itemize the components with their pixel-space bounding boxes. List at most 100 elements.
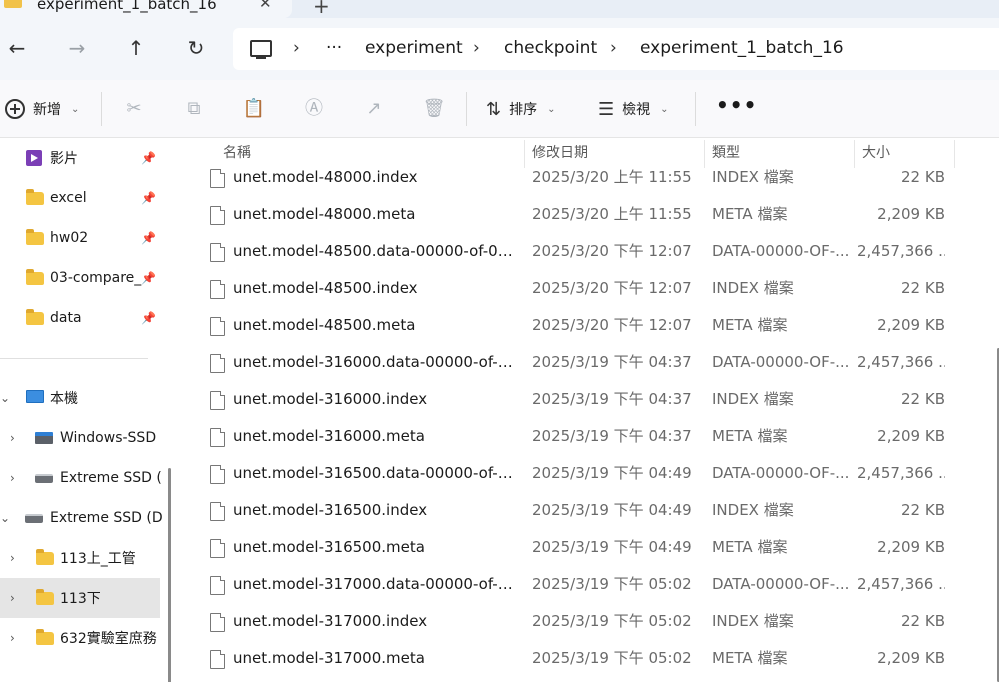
sidebar-item-videos[interactable]: 影片 📌 xyxy=(0,138,160,178)
sidebar-scrollbar[interactable] xyxy=(168,468,171,682)
pin-icon[interactable]: 📌 xyxy=(141,271,156,285)
file-icon xyxy=(210,613,225,632)
sidebar-item-data[interactable]: data 📌 xyxy=(0,298,160,338)
file-row[interactable]: unet.model-316500.index 2025/3/19 下午 04:4… xyxy=(181,492,961,529)
file-size: 22 KB xyxy=(901,612,945,630)
drive-icon xyxy=(25,514,43,523)
file-date: 2025/3/20 下午 12:07 xyxy=(532,279,692,297)
file-icon xyxy=(210,465,225,484)
chevron-down-icon[interactable]: ⌄ xyxy=(0,391,10,405)
file-date: 2025/3/19 下午 04:49 xyxy=(532,464,692,482)
sidebar-item-extreme-ssd-d[interactable]: ⌄ Extreme SSD (D xyxy=(0,498,163,538)
file-icon xyxy=(210,428,225,447)
folder-icon xyxy=(26,229,44,245)
file-date: 2025/3/19 下午 04:37 xyxy=(532,390,692,408)
sidebar-item-113-first-term[interactable]: › 113上_工管 xyxy=(0,538,160,578)
sidebar-item-03-compare[interactable]: 03-compare_ 📌 xyxy=(0,258,160,298)
sidebar-item-this-pc[interactable]: ⌄ 本機 xyxy=(0,378,160,418)
pin-icon[interactable]: 📌 xyxy=(141,231,156,245)
file-date: 2025/3/19 下午 05:02 xyxy=(532,612,692,630)
file-size: 2,209 KB xyxy=(877,427,945,445)
folder-icon xyxy=(36,549,54,565)
sidebar-item-hw02[interactable]: hw02 📌 xyxy=(0,218,160,258)
paste-icon[interactable]: 📋 xyxy=(242,97,266,121)
file-row[interactable]: unet.model-316500.meta 2025/3/19 下午 04:49… xyxy=(181,529,961,566)
file-name: unet.model-48000.meta xyxy=(233,205,416,223)
forward-button[interactable]: → xyxy=(65,36,89,60)
breadcrumb-more-button[interactable]: ··· xyxy=(326,38,342,58)
breadcrumb-separator[interactable]: › xyxy=(293,38,300,58)
sort-icon: ⇅ xyxy=(486,98,502,120)
back-button[interactable]: ← xyxy=(5,36,29,60)
pin-icon[interactable]: 📌 xyxy=(141,151,156,165)
sidebar-item-excel[interactable]: excel 📌 xyxy=(0,178,160,218)
delete-icon[interactable]: 🗑 xyxy=(422,97,446,121)
file-row[interactable]: unet.model-317000.data-00000-of-00... 202… xyxy=(181,566,961,603)
file-type: DATA-00000-OF-... xyxy=(712,464,850,482)
breadcrumb-separator[interactable]: › xyxy=(610,38,617,58)
file-row[interactable]: unet.model-317000.index 2025/3/19 下午 05:0… xyxy=(181,603,961,640)
file-date: 2025/3/19 下午 05:02 xyxy=(532,575,692,593)
share-icon[interactable]: ↗ xyxy=(362,97,386,121)
file-name: unet.model-316500.meta xyxy=(233,538,425,556)
sidebar-item-extreme-ssd[interactable]: › Extreme SSD ( xyxy=(0,458,162,498)
file-name: unet.model-48500.data-00000-of-000... xyxy=(233,242,515,260)
chevron-down-icon: ⌄ xyxy=(547,103,556,115)
rename-icon[interactable]: Ⓐ xyxy=(302,97,326,121)
sidebar-item-windows-ssd[interactable]: › Windows-SSD xyxy=(0,418,160,458)
file-row[interactable]: unet.model-317000.meta 2025/3/19 下午 05:02… xyxy=(181,640,961,677)
refresh-button[interactable]: ↻ xyxy=(184,36,208,60)
sidebar-divider xyxy=(0,358,148,359)
view-button[interactable]: ☰ 檢視 ⌄ xyxy=(598,98,669,120)
chevron-right-icon[interactable]: › xyxy=(10,551,15,565)
sort-button[interactable]: ⇅ 排序 ⌄ xyxy=(486,98,555,120)
this-pc-icon[interactable] xyxy=(250,40,272,59)
file-name: unet.model-316500.index xyxy=(233,501,428,519)
file-date: 2025/3/19 下午 05:02 xyxy=(532,649,692,667)
cut-icon[interactable]: ✂ xyxy=(122,97,146,121)
chevron-right-icon[interactable]: › xyxy=(10,591,15,605)
file-row[interactable]: unet.model-48500.meta 2025/3/20 下午 12:07 M… xyxy=(181,307,961,344)
file-date: 2025/3/19 下午 04:49 xyxy=(532,501,692,519)
new-tab-button[interactable]: + xyxy=(313,0,330,18)
breadcrumb-separator[interactable]: › xyxy=(473,38,480,58)
address-bar[interactable]: › ··· experiment › checkpoint › experime… xyxy=(233,28,999,70)
file-list: ^ 名稱 修改日期 類型 大小 unet.model-48000.index 20… xyxy=(181,138,999,682)
file-row[interactable]: unet.model-316000.data-00000-of-00... 202… xyxy=(181,344,961,381)
breadcrumb-experiment[interactable]: experiment xyxy=(365,38,463,58)
close-tab-button[interactable]: ✕ xyxy=(259,0,272,12)
chevron-right-icon[interactable]: › xyxy=(10,471,15,485)
chevron-right-icon[interactable]: › xyxy=(10,631,15,645)
chevron-right-icon[interactable]: › xyxy=(10,431,15,445)
file-type: DATA-00000-OF-... xyxy=(712,242,850,260)
file-row[interactable]: unet.model-48000.meta 2025/3/20 上午 11:55 M… xyxy=(181,196,961,233)
file-row[interactable]: unet.model-316500.data-00000-of-00... 202… xyxy=(181,455,961,492)
up-button[interactable]: ↑ xyxy=(124,36,148,60)
file-row[interactable]: unet.model-48000.index 2025/3/20 上午 11:55… xyxy=(181,159,961,196)
file-row[interactable]: unet.model-48500.data-00000-of-000... 202… xyxy=(181,233,961,270)
copy-icon[interactable]: ⧉ xyxy=(182,97,206,121)
file-size: 22 KB xyxy=(901,390,945,408)
file-date: 2025/3/20 下午 12:07 xyxy=(532,242,692,260)
file-row[interactable]: unet.model-48500.index 2025/3/20 下午 12:07… xyxy=(181,270,961,307)
chevron-down-icon[interactable]: ⌄ xyxy=(0,511,10,525)
file-size: 2,457,366 ... xyxy=(857,464,945,482)
breadcrumb-experiment-1-batch-16[interactable]: experiment_1_batch_16 xyxy=(640,38,844,58)
folder-icon xyxy=(26,309,44,325)
tab-experiment-1-batch-16[interactable]: experiment_1_batch_16 ✕ xyxy=(0,0,292,18)
breadcrumb-checkpoint[interactable]: checkpoint xyxy=(504,38,597,58)
pin-icon[interactable]: 📌 xyxy=(141,311,156,325)
file-icon xyxy=(210,243,225,262)
file-row[interactable]: unet.model-316000.meta 2025/3/19 下午 04:37… xyxy=(181,418,961,455)
pin-icon[interactable]: 📌 xyxy=(141,191,156,205)
file-icon xyxy=(210,650,225,669)
sidebar-item-632-lab[interactable]: › 632實驗室庶務 xyxy=(0,618,160,658)
file-date: 2025/3/20 下午 12:07 xyxy=(532,316,692,334)
sidebar-item-label: Extreme SSD ( xyxy=(60,470,162,486)
file-icon xyxy=(210,391,225,410)
new-button[interactable]: 新增 ⌄ xyxy=(5,98,79,120)
sidebar-item-113-second-term[interactable]: › 113下 xyxy=(0,578,160,618)
file-row[interactable]: unet.model-316000.index 2025/3/19 下午 04:3… xyxy=(181,381,961,418)
more-options-button[interactable]: ••• xyxy=(716,93,757,117)
file-type: META 檔案 xyxy=(712,427,788,445)
